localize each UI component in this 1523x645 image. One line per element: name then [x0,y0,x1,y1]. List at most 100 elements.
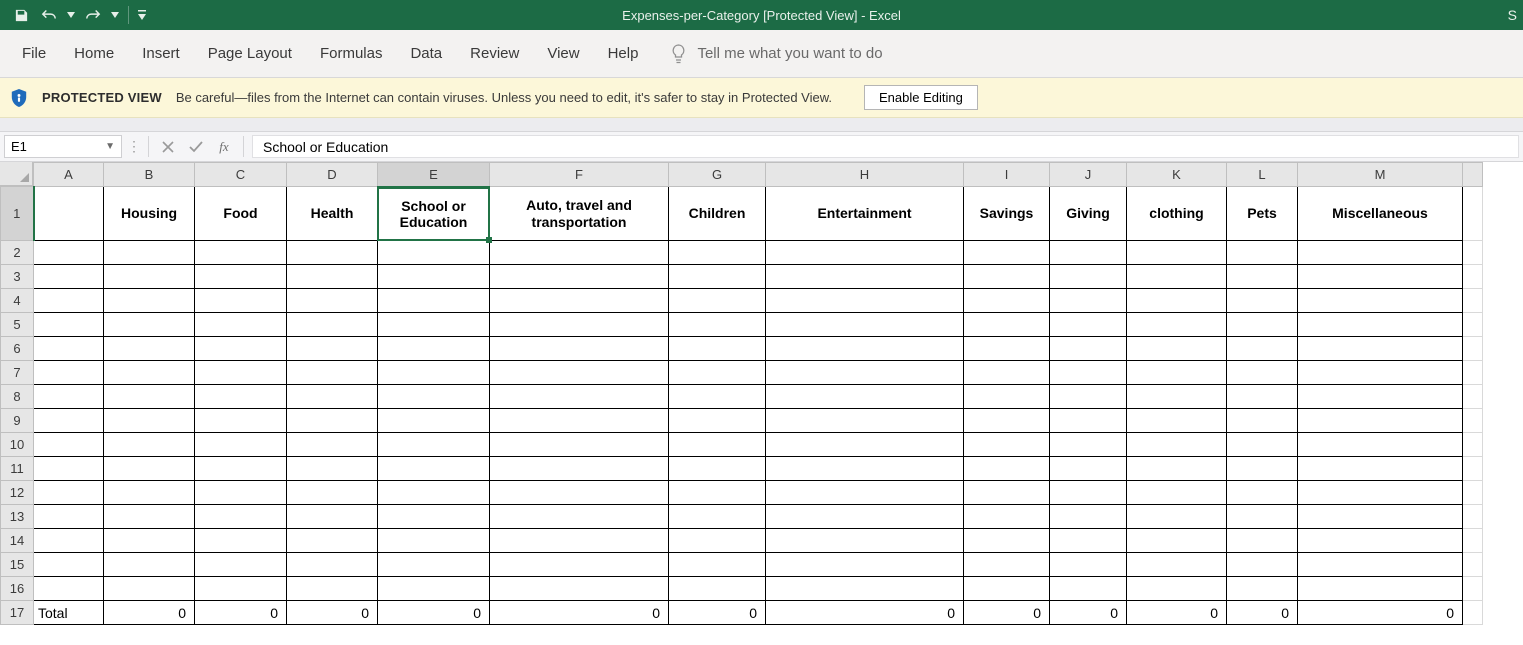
cell-F11[interactable] [490,457,669,481]
cell-A12[interactable] [34,481,104,505]
cell-B8[interactable] [104,385,195,409]
cell-D16[interactable] [287,577,378,601]
cell-B16[interactable] [104,577,195,601]
cell-K5[interactable] [1127,313,1227,337]
cell-A3[interactable] [34,265,104,289]
cell-K3[interactable] [1127,265,1227,289]
cell-G12[interactable] [669,481,766,505]
cell-I15[interactable] [964,553,1050,577]
cell-F1[interactable]: Auto, travel and transportation [490,187,669,241]
cell-A10[interactable] [34,433,104,457]
cell-B17[interactable]: 0 [104,601,195,625]
cell-E8[interactable] [378,385,490,409]
cell-E11[interactable] [378,457,490,481]
cell-H2[interactable] [766,241,964,265]
cell-C10[interactable] [195,433,287,457]
cell-K2[interactable] [1127,241,1227,265]
cell-I16[interactable] [964,577,1050,601]
cell-M6[interactable] [1298,337,1463,361]
row-header-9[interactable]: 9 [1,409,34,433]
column-header-B[interactable]: B [104,163,195,187]
cell-G2[interactable] [669,241,766,265]
cell-F13[interactable] [490,505,669,529]
cell-L6[interactable] [1227,337,1298,361]
cell-I9[interactable] [964,409,1050,433]
cell-G7[interactable] [669,361,766,385]
cell-E6[interactable] [378,337,490,361]
insert-function-button[interactable]: fx [213,136,235,158]
cell-F10[interactable] [490,433,669,457]
cell-E3[interactable] [378,265,490,289]
cell-K15[interactable] [1127,553,1227,577]
cell-I13[interactable] [964,505,1050,529]
tab-formulas[interactable]: Formulas [306,33,397,74]
cell-H11[interactable] [766,457,964,481]
cell-F15[interactable] [490,553,669,577]
cell-I2[interactable] [964,241,1050,265]
cell-L16[interactable] [1227,577,1298,601]
cell-H12[interactable] [766,481,964,505]
cell-K9[interactable] [1127,409,1227,433]
cell-D9[interactable] [287,409,378,433]
cell-E9[interactable] [378,409,490,433]
cell-C6[interactable] [195,337,287,361]
cell-A17[interactable]: Total [34,601,104,625]
row-header-14[interactable]: 14 [1,529,34,553]
cell-E7[interactable] [378,361,490,385]
column-header-J[interactable]: J [1050,163,1127,187]
cell-M12[interactable] [1298,481,1463,505]
cell-M17[interactable]: 0 [1298,601,1463,625]
cell-J5[interactable] [1050,313,1127,337]
cell-H16[interactable] [766,577,964,601]
cell-I3[interactable] [964,265,1050,289]
enter-formula-button[interactable] [185,136,207,158]
row-header-5[interactable]: 5 [1,313,34,337]
cell-J4[interactable] [1050,289,1127,313]
cell-A16[interactable] [34,577,104,601]
cell-M13[interactable] [1298,505,1463,529]
row-header-13[interactable]: 13 [1,505,34,529]
cell-K13[interactable] [1127,505,1227,529]
cell-L10[interactable] [1227,433,1298,457]
cell-J2[interactable] [1050,241,1127,265]
column-header-E[interactable]: E [378,163,490,187]
redo-button[interactable] [80,2,106,28]
cell-L17[interactable]: 0 [1227,601,1298,625]
column-header-M[interactable]: M [1298,163,1463,187]
cell-D6[interactable] [287,337,378,361]
cell-B7[interactable] [104,361,195,385]
column-header-C[interactable]: C [195,163,287,187]
cell-B2[interactable] [104,241,195,265]
cell-J1[interactable]: Giving [1050,187,1127,241]
cell-L2[interactable] [1227,241,1298,265]
cell-M16[interactable] [1298,577,1463,601]
cell-I17[interactable]: 0 [964,601,1050,625]
cell-E12[interactable] [378,481,490,505]
cell-M7[interactable] [1298,361,1463,385]
cell-M11[interactable] [1298,457,1463,481]
cell-B4[interactable] [104,289,195,313]
cell-D14[interactable] [287,529,378,553]
cell-J16[interactable] [1050,577,1127,601]
row-header-3[interactable]: 3 [1,265,34,289]
row-header-7[interactable]: 7 [1,361,34,385]
cell-K11[interactable] [1127,457,1227,481]
cell-K17[interactable]: 0 [1127,601,1227,625]
cell-G6[interactable] [669,337,766,361]
cell-A5[interactable] [34,313,104,337]
cell-M4[interactable] [1298,289,1463,313]
row-header-16[interactable]: 16 [1,577,34,601]
column-header-D[interactable]: D [287,163,378,187]
cell-L1[interactable]: Pets [1227,187,1298,241]
cell-B10[interactable] [104,433,195,457]
cell-M9[interactable] [1298,409,1463,433]
cell-I11[interactable] [964,457,1050,481]
cell-C7[interactable] [195,361,287,385]
cell-B5[interactable] [104,313,195,337]
cell-I10[interactable] [964,433,1050,457]
undo-button[interactable] [36,2,62,28]
column-header-H[interactable]: H [766,163,964,187]
cell-L14[interactable] [1227,529,1298,553]
cell-J17[interactable]: 0 [1050,601,1127,625]
cell-H10[interactable] [766,433,964,457]
